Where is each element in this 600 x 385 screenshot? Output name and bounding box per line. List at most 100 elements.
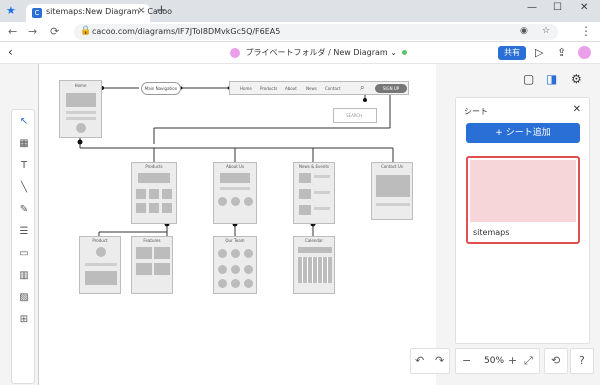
- zoom-in-button[interactable]: +: [508, 354, 517, 367]
- sheets-icon[interactable]: ◨: [546, 72, 557, 86]
- avatar-circle: [244, 197, 253, 206]
- breadcrumb-separator: /: [328, 48, 331, 57]
- share-button[interactable]: 共有: [498, 46, 526, 60]
- history-icon[interactable]: ⟲: [551, 354, 560, 367]
- text-line: [66, 117, 96, 120]
- news-events-page-wireframe[interactable]: News & Events: [293, 162, 335, 224]
- text-tool-icon[interactable]: T: [16, 158, 32, 174]
- features-page-wireframe[interactable]: Features: [131, 236, 173, 294]
- calendar-grid: [298, 257, 332, 283]
- signup-button-wireframe: SIGN UP: [375, 84, 407, 93]
- left-toolbar: ↖ ▦ T ╲ ✎ ☰ ▭ ▥ ▨ ⊞: [11, 109, 35, 384]
- sheet-panel: シート ✕ + シート追加 sitemaps: [455, 97, 590, 344]
- nav-item: Products: [260, 86, 278, 91]
- avatar-circle: [231, 197, 240, 206]
- image-placeholder: [299, 205, 311, 215]
- product-page-wireframe[interactable]: Product: [79, 236, 121, 294]
- page-title: Our Team: [225, 238, 245, 243]
- undo-button[interactable]: ↶: [415, 354, 424, 367]
- select-tool-icon[interactable]: ↖: [16, 114, 32, 130]
- contact-us-page-wireframe[interactable]: Contact Us: [371, 162, 413, 220]
- bookmark-star-icon[interactable]: ☆: [542, 26, 550, 36]
- user-avatar[interactable]: [578, 46, 591, 59]
- video-placeholder-icon: [66, 93, 96, 107]
- text-line: [314, 191, 330, 194]
- chevron-down-icon[interactable]: ⌄: [390, 48, 397, 57]
- about-us-page-wireframe[interactable]: About Us: [213, 162, 257, 224]
- avatar-circle: [244, 279, 253, 288]
- image-tool-icon[interactable]: ▨: [16, 290, 32, 306]
- diagram-page[interactable]: Home Main Navigation Home Products About…: [38, 64, 436, 385]
- frame-tool-icon[interactable]: ▭: [16, 246, 32, 262]
- home-page-wireframe[interactable]: Home: [59, 80, 102, 138]
- back-to-list-button[interactable]: ‹: [8, 45, 13, 59]
- our-team-page-wireframe[interactable]: Our Team: [213, 236, 257, 294]
- maximize-button[interactable]: ☐: [553, 2, 562, 13]
- browser-tab[interactable]: C sitemaps:New Diagram - Cacoo ×: [26, 4, 172, 22]
- play-icon[interactable]: ▷: [535, 46, 543, 59]
- comment-add-tool-icon[interactable]: ⊞: [16, 312, 32, 328]
- text-line: [376, 203, 410, 206]
- image-placeholder: [299, 173, 311, 183]
- sheet-preview: [470, 160, 576, 222]
- image-placeholder: [149, 203, 159, 213]
- search-box-wireframe[interactable]: SEARCH: [333, 108, 377, 123]
- editor-canvas[interactable]: Home Main Navigation Home Products About…: [0, 64, 600, 385]
- avatar-circle: [231, 279, 240, 288]
- browser-menu-icon[interactable]: ⋮: [580, 24, 592, 38]
- comment-icon[interactable]: ▢: [523, 72, 534, 86]
- window-close-button[interactable]: ✕: [580, 2, 588, 13]
- browser-tab-strip: ★ C sitemaps:New Diagram - Cacoo × + — ☐…: [0, 0, 600, 22]
- nav-bar-wireframe[interactable]: Home Products About News Contact ⌕ SIGN …: [229, 81, 409, 95]
- page-title: Product: [92, 238, 108, 243]
- back-button[interactable]: ←: [8, 25, 17, 38]
- redo-button[interactable]: ↷: [435, 354, 444, 367]
- window-menu-icon[interactable]: ★: [6, 5, 18, 17]
- text-line: [314, 175, 330, 178]
- new-tab-button[interactable]: +: [156, 3, 167, 18]
- zoom-level[interactable]: 50%: [484, 356, 504, 366]
- url-field[interactable]: 🔒 cacoo.com/diagrams/lF7JToI8DMvkGc5Q/F6…: [74, 24, 558, 40]
- fit-to-screen-button[interactable]: ⤢: [524, 354, 533, 368]
- folder-name[interactable]: プライベートフォルダ: [246, 48, 326, 57]
- text-line: [85, 263, 117, 266]
- zoom-out-button[interactable]: −: [462, 354, 471, 367]
- minimize-button[interactable]: —: [527, 2, 537, 13]
- main-navigation-node[interactable]: Main Navigation: [141, 82, 181, 95]
- search-icon: ⌕: [360, 83, 365, 92]
- image-placeholder: [136, 247, 152, 259]
- forward-button[interactable]: →: [28, 25, 37, 38]
- avatar-circle: [244, 265, 253, 274]
- sheet-thumbnail[interactable]: sitemaps: [466, 156, 580, 244]
- image-placeholder: [154, 247, 170, 259]
- image-placeholder: [85, 271, 117, 285]
- sheet-panel-title: シート: [464, 107, 488, 116]
- chart-tool-icon[interactable]: ▥: [16, 268, 32, 284]
- avatar-circle: [218, 249, 227, 258]
- image-placeholder: [136, 263, 152, 275]
- url-text: cacoo.com/diagrams/lF7JToI8DMvkGc5Q/F6EA…: [92, 27, 281, 36]
- avatar-circle: [218, 265, 227, 274]
- diagram-name[interactable]: New Diagram: [333, 48, 387, 57]
- pen-tool-icon[interactable]: ✎: [16, 202, 32, 218]
- calendar-page-wireframe[interactable]: Calendar: [293, 236, 335, 294]
- gear-icon[interactable]: ⚙: [571, 72, 582, 86]
- page-title: Calendar: [305, 238, 323, 243]
- image-placeholder: [138, 173, 170, 183]
- tab-close-icon[interactable]: ×: [137, 6, 145, 16]
- stencil-tool-icon[interactable]: ▦: [16, 136, 32, 152]
- page-title: Contact Us: [381, 164, 403, 169]
- extension-icon[interactable]: ◉: [520, 26, 528, 36]
- help-icon[interactable]: ?: [579, 354, 585, 367]
- add-sheet-button[interactable]: + シート追加: [466, 123, 580, 143]
- image-placeholder: [162, 203, 172, 213]
- close-icon[interactable]: ✕: [573, 104, 581, 115]
- table-tool-icon[interactable]: ☰: [16, 224, 32, 240]
- export-icon[interactable]: ⇪: [557, 46, 566, 59]
- online-status-icon: [402, 50, 408, 55]
- undo-redo-bar: ↶ ↷: [410, 348, 450, 374]
- products-page-wireframe[interactable]: Products: [131, 162, 177, 224]
- line-tool-icon[interactable]: ╲: [16, 180, 32, 196]
- reload-button[interactable]: ⟳: [50, 25, 59, 38]
- image-circle: [96, 247, 106, 257]
